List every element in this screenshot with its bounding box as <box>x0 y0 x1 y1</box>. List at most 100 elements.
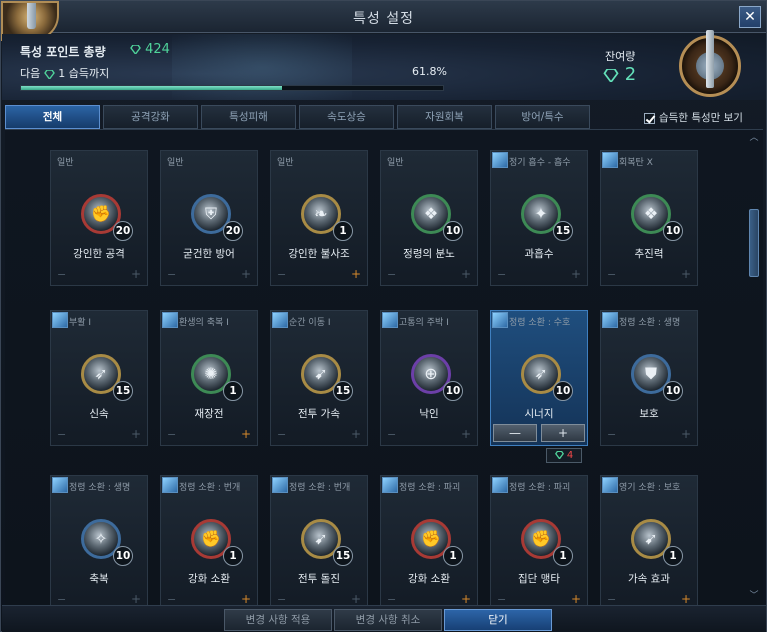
skill-thumbnail-icon <box>602 477 618 493</box>
check-icon[interactable] <box>644 112 655 124</box>
trait-glyph: ➹ <box>314 364 328 383</box>
minus-icon[interactable]: − <box>387 593 396 605</box>
trait-category: 정령 소환 : 생명 <box>619 318 681 328</box>
trait-card[interactable]: 회복탄 X ❖ 10 추진력 − + <box>600 150 698 286</box>
cancel-changes-button[interactable]: 변경 사항 취소 <box>334 609 442 631</box>
plus-icon[interactable]: + <box>241 267 251 281</box>
scrollbar[interactable]: ︿ ﹀ <box>747 133 761 601</box>
minus-icon[interactable]: − <box>167 268 176 281</box>
skill-thumbnail-icon <box>602 312 618 328</box>
trait-card[interactable]: 정령 소환 : 생명 ✧ 10 축복 − + <box>50 475 148 605</box>
trait-level: 20 <box>223 221 243 241</box>
plus-icon[interactable]: + <box>571 267 581 281</box>
tab-defense[interactable]: 방어/특수 <box>495 105 590 129</box>
decrease-button[interactable]: — <box>493 424 537 442</box>
points-total-number: 424 <box>145 42 170 57</box>
tab-attack[interactable]: 공격강화 <box>103 105 198 129</box>
trait-card[interactable]: 정령 소환 : 번개 ➹ 15 전투 돌진 − + <box>270 475 368 605</box>
trait-category: 정령 소환 : 번개 <box>289 483 351 493</box>
increase-button[interactable]: + <box>541 424 585 442</box>
plus-icon[interactable]: + <box>351 427 361 441</box>
minus-icon[interactable]: − <box>387 428 396 441</box>
trait-level: 1 <box>663 546 683 566</box>
scroll-up-icon[interactable]: ︿ <box>747 133 761 143</box>
trait-level: 10 <box>443 221 463 241</box>
minus-icon[interactable]: − <box>387 268 396 281</box>
trait-card[interactable]: 정령 소환 : 파괴 ✊ 1 강화 소환 − + <box>380 475 478 605</box>
plus-icon[interactable]: + <box>461 427 471 441</box>
trait-card[interactable]: 환생의 축복 I ✺ 1 재장전 − + <box>160 310 258 446</box>
trait-card[interactable]: 정기 흡수 - 흡수 ✦ 15 과흡수 − + <box>490 150 588 286</box>
plus-icon[interactable]: + <box>681 427 691 441</box>
plus-icon[interactable]: + <box>131 267 141 281</box>
skill-thumbnail-icon <box>492 152 508 168</box>
trait-name: 강화 소환 <box>188 573 230 585</box>
trait-glyph: ✊ <box>91 204 111 223</box>
plus-icon[interactable]: + <box>351 267 361 281</box>
plus-icon[interactable]: + <box>241 427 251 441</box>
trait-glyph: ⊕ <box>424 364 438 383</box>
scroll-thumb[interactable] <box>749 209 759 277</box>
trait-card[interactable]: 정령 소환 : 생명 ⛊ 10 보호 − + <box>600 310 698 446</box>
trait-card[interactable]: 영기 소환 : 보호 ➹ 1 가속 효과 − + <box>600 475 698 605</box>
minus-icon[interactable]: − <box>57 428 66 441</box>
trait-category: 일반 <box>167 158 184 168</box>
trait-category: 영기 소환 : 보호 <box>619 483 681 493</box>
tab-resource[interactable]: 자원회복 <box>397 105 492 129</box>
trait-card[interactable]: 정령 소환 : 파괴 ✊ 1 집단 맹타 − + <box>490 475 588 605</box>
plus-icon[interactable]: + <box>351 592 361 605</box>
minus-icon[interactable]: − <box>607 593 616 605</box>
close-button[interactable]: ✕ <box>739 6 761 28</box>
trait-category: 부활 I <box>69 318 92 328</box>
trait-grid: 일반 ✊ 20 강인한 공격 − + 일반 ⛨ 20 굳건한 방어 − + 일반 ❧ 1 강인한 불사조 − + 일… <box>5 129 763 605</box>
scroll-down-icon[interactable]: ﹀ <box>747 591 761 601</box>
trait-category: 정령 소환 : 파괴 <box>399 483 461 493</box>
minus-icon[interactable]: − <box>167 593 176 605</box>
plus-icon[interactable]: + <box>461 267 471 281</box>
trait-category: 정령 소환 : 파괴 <box>509 483 571 493</box>
trait-card[interactable]: 순간 이동 I ➹ 15 전투 가속 − + <box>270 310 368 446</box>
learned-only-toggle[interactable]: 습득한 특성만 보기 <box>644 110 743 125</box>
footer: 변경 사항 적용 변경 사항 취소 닫기 <box>2 605 766 632</box>
trait-level: 1 <box>553 546 573 566</box>
plus-icon[interactable]: + <box>241 592 251 605</box>
close-window-button[interactable]: 닫기 <box>444 609 552 631</box>
trait-name: 재장전 <box>194 408 224 420</box>
trait-glyph: ➹ <box>644 529 658 548</box>
skill-thumbnail-icon <box>162 312 178 328</box>
plus-icon[interactable]: + <box>461 592 471 605</box>
trait-card[interactable]: 일반 ❧ 1 강인한 불사조 − + <box>270 150 368 286</box>
trait-card[interactable]: 일반 ❖ 10 정령의 분노 − + <box>380 150 478 286</box>
trait-card[interactable]: 고통의 주박 I ⊕ 10 낙인 − + <box>380 310 478 446</box>
progress-fill <box>21 86 282 90</box>
trait-glyph: ✧ <box>94 529 108 548</box>
tab-speed[interactable]: 속도상승 <box>299 105 394 129</box>
trait-card[interactable]: 부활 I ➶ 15 신속 − + <box>50 310 148 446</box>
minus-icon[interactable]: − <box>607 428 616 441</box>
trait-card[interactable]: 일반 ⛨ 20 굳건한 방어 − + <box>160 150 258 286</box>
tab-trait-damage[interactable]: 특성피해 <box>201 105 296 129</box>
trait-name: 강화 소환 <box>408 573 450 585</box>
minus-icon[interactable]: − <box>57 593 66 605</box>
trait-card[interactable]: 일반 ✊ 20 강인한 공격 − + <box>50 150 148 286</box>
plus-icon[interactable]: + <box>131 592 141 605</box>
plus-icon[interactable]: + <box>681 592 691 605</box>
plus-icon[interactable]: + <box>681 267 691 281</box>
minus-icon[interactable]: − <box>607 268 616 281</box>
minus-icon[interactable]: − <box>57 268 66 281</box>
plus-icon[interactable]: + <box>571 592 581 605</box>
plus-icon[interactable]: + <box>131 427 141 441</box>
trait-glyph: ➶ <box>94 364 108 383</box>
minus-icon[interactable]: − <box>497 268 506 281</box>
minus-icon[interactable]: − <box>497 593 506 605</box>
trait-card[interactable]: 정령 소환 : 수호 ➶ 10 시너지 — + <box>490 310 588 446</box>
minus-icon[interactable]: − <box>277 593 286 605</box>
minus-icon[interactable]: − <box>167 428 176 441</box>
minus-icon[interactable]: − <box>277 268 286 281</box>
trait-card[interactable]: 정령 소환 : 번개 ✊ 1 강화 소환 − + <box>160 475 258 605</box>
skill-thumbnail-icon <box>52 477 68 493</box>
apply-button[interactable]: 변경 사항 적용 <box>224 609 332 631</box>
minus-icon[interactable]: − <box>277 428 286 441</box>
tab-all[interactable]: 전체 <box>5 105 100 129</box>
window-title: 특성 설정 <box>353 11 414 27</box>
